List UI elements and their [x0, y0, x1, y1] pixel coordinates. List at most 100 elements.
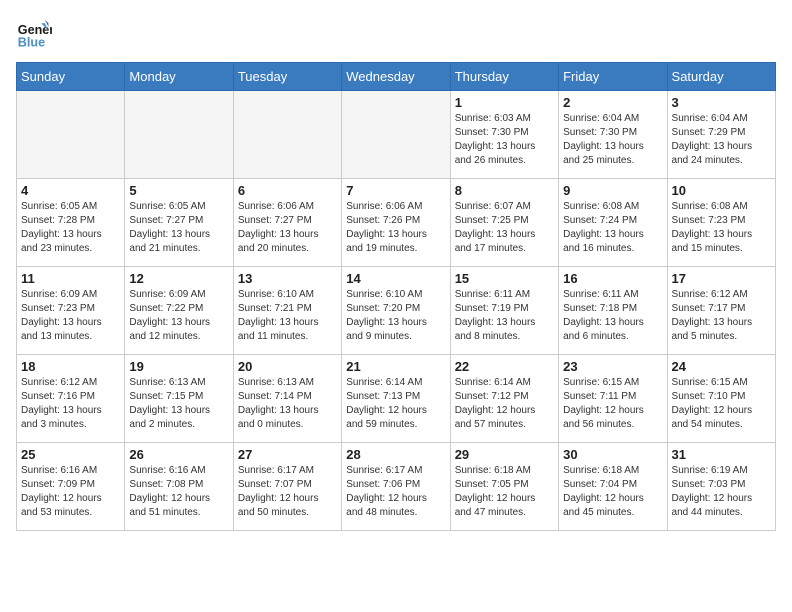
day-number: 17 — [672, 271, 771, 286]
day-number: 10 — [672, 183, 771, 198]
day-number: 2 — [563, 95, 662, 110]
day-info: Sunrise: 6:13 AM Sunset: 7:14 PM Dayligh… — [238, 376, 337, 432]
day-number: 16 — [563, 271, 662, 286]
day-number: 6 — [238, 183, 337, 198]
day-info: Sunrise: 6:08 AM Sunset: 7:24 PM Dayligh… — [563, 200, 662, 256]
day-info: Sunrise: 6:13 AM Sunset: 7:15 PM Dayligh… — [129, 376, 228, 432]
day-number: 23 — [563, 359, 662, 374]
calendar-cell — [233, 91, 341, 179]
calendar-cell: 14Sunrise: 6:10 AM Sunset: 7:20 PM Dayli… — [342, 267, 450, 355]
calendar-week-5: 25 Sunrise: 6:16 AM Sunset: 7:09 PM Dayli… — [17, 443, 776, 531]
day-number: 30 — [563, 447, 662, 462]
day-header-friday: Friday — [559, 63, 667, 91]
calendar-week-4: 18 Sunrise: 6:12 AM Sunset: 7:16 PM Dayli… — [17, 355, 776, 443]
day-info: Sunrise: 6:04 AM Sunset: 7:29 PM Dayligh… — [672, 112, 771, 168]
day-info: Sunrise: 6:10 AM Sunset: 7:21 PM Dayligh… — [238, 288, 337, 344]
calendar-cell: 17 Sunrise: 6:12 AM Sunset: 7:17 PM Dayli… — [667, 267, 775, 355]
calendar-cell: 20 Sunrise: 6:13 AM Sunset: 7:14 PM Dayli… — [233, 355, 341, 443]
day-info: Sunrise: 6:16 AM Sunset: 7:09 PM Dayligh… — [21, 464, 120, 520]
day-number: 14 — [346, 271, 445, 286]
logo: General Blue — [16, 16, 52, 52]
calendar-cell: 9 Sunrise: 6:08 AM Sunset: 7:24 PM Daylig… — [559, 179, 667, 267]
day-number: 25 — [21, 447, 120, 462]
calendar-cell — [342, 91, 450, 179]
svg-text:Blue: Blue — [18, 36, 45, 50]
calendar-cell: 25 Sunrise: 6:16 AM Sunset: 7:09 PM Dayli… — [17, 443, 125, 531]
day-info: Sunrise: 6:05 AM Sunset: 7:27 PM Dayligh… — [129, 200, 228, 256]
calendar-cell: 19 Sunrise: 6:13 AM Sunset: 7:15 PM Dayli… — [125, 355, 233, 443]
calendar-week-1: 1Sunrise: 6:03 AM Sunset: 7:30 PM Daylig… — [17, 91, 776, 179]
calendar-body: 1Sunrise: 6:03 AM Sunset: 7:30 PM Daylig… — [17, 91, 776, 531]
day-info: Sunrise: 6:12 AM Sunset: 7:16 PM Dayligh… — [21, 376, 120, 432]
day-number: 22 — [455, 359, 554, 374]
calendar-cell: 27 Sunrise: 6:17 AM Sunset: 7:07 PM Dayli… — [233, 443, 341, 531]
day-info: Sunrise: 6:12 AM Sunset: 7:17 PM Dayligh… — [672, 288, 771, 344]
day-number: 3 — [672, 95, 771, 110]
day-info: Sunrise: 6:11 AM Sunset: 7:19 PM Dayligh… — [455, 288, 554, 344]
calendar-cell: 22 Sunrise: 6:14 AM Sunset: 7:12 PM Dayli… — [450, 355, 558, 443]
day-number: 12 — [129, 271, 228, 286]
calendar-cell: 31 Sunrise: 6:19 AM Sunset: 7:03 PM Dayli… — [667, 443, 775, 531]
calendar-cell: 13 Sunrise: 6:10 AM Sunset: 7:21 PM Dayli… — [233, 267, 341, 355]
calendar-cell: 21 Sunrise: 6:14 AM Sunset: 7:13 PM Dayli… — [342, 355, 450, 443]
day-info: Sunrise: 6:15 AM Sunset: 7:10 PM Dayligh… — [672, 376, 771, 432]
day-info: Sunrise: 6:18 AM Sunset: 7:04 PM Dayligh… — [563, 464, 662, 520]
day-number: 21 — [346, 359, 445, 374]
calendar-cell: 5 Sunrise: 6:05 AM Sunset: 7:27 PM Daylig… — [125, 179, 233, 267]
calendar-cell: 28 Sunrise: 6:17 AM Sunset: 7:06 PM Dayli… — [342, 443, 450, 531]
day-number: 4 — [21, 183, 120, 198]
day-info: Sunrise: 6:17 AM Sunset: 7:06 PM Dayligh… — [346, 464, 445, 520]
day-info: Sunrise: 6:05 AM Sunset: 7:28 PM Dayligh… — [21, 200, 120, 256]
day-info: Sunrise: 6:06 AM Sunset: 7:27 PM Dayligh… — [238, 200, 337, 256]
day-number: 7 — [346, 183, 445, 198]
page-header: General Blue — [16, 16, 776, 52]
day-number: 13 — [238, 271, 337, 286]
day-number: 27 — [238, 447, 337, 462]
day-info: Sunrise: 6:19 AM Sunset: 7:03 PM Dayligh… — [672, 464, 771, 520]
day-number: 24 — [672, 359, 771, 374]
calendar-cell: 10 Sunrise: 6:08 AM Sunset: 7:23 PM Dayli… — [667, 179, 775, 267]
calendar-cell: 1Sunrise: 6:03 AM Sunset: 7:30 PM Daylig… — [450, 91, 558, 179]
day-info: Sunrise: 6:18 AM Sunset: 7:05 PM Dayligh… — [455, 464, 554, 520]
day-header-wednesday: Wednesday — [342, 63, 450, 91]
day-number: 15 — [455, 271, 554, 286]
day-info: Sunrise: 6:17 AM Sunset: 7:07 PM Dayligh… — [238, 464, 337, 520]
day-info: Sunrise: 6:11 AM Sunset: 7:18 PM Dayligh… — [563, 288, 662, 344]
calendar-cell: 6 Sunrise: 6:06 AM Sunset: 7:27 PM Daylig… — [233, 179, 341, 267]
day-info: Sunrise: 6:07 AM Sunset: 7:25 PM Dayligh… — [455, 200, 554, 256]
day-number: 18 — [21, 359, 120, 374]
calendar-cell: 8Sunrise: 6:07 AM Sunset: 7:25 PM Daylig… — [450, 179, 558, 267]
day-header-monday: Monday — [125, 63, 233, 91]
day-info: Sunrise: 6:03 AM Sunset: 7:30 PM Dayligh… — [455, 112, 554, 168]
calendar-week-3: 11Sunrise: 6:09 AM Sunset: 7:23 PM Dayli… — [17, 267, 776, 355]
calendar-cell: 23 Sunrise: 6:15 AM Sunset: 7:11 PM Dayli… — [559, 355, 667, 443]
calendar-header-row: SundayMondayTuesdayWednesdayThursdayFrid… — [17, 63, 776, 91]
day-number: 5 — [129, 183, 228, 198]
calendar-cell: 3 Sunrise: 6:04 AM Sunset: 7:29 PM Daylig… — [667, 91, 775, 179]
calendar-week-2: 4 Sunrise: 6:05 AM Sunset: 7:28 PM Daylig… — [17, 179, 776, 267]
calendar-cell: 2 Sunrise: 6:04 AM Sunset: 7:30 PM Daylig… — [559, 91, 667, 179]
day-info: Sunrise: 6:08 AM Sunset: 7:23 PM Dayligh… — [672, 200, 771, 256]
day-number: 31 — [672, 447, 771, 462]
day-header-sunday: Sunday — [17, 63, 125, 91]
day-header-saturday: Saturday — [667, 63, 775, 91]
logo-icon: General Blue — [16, 16, 52, 52]
day-number: 20 — [238, 359, 337, 374]
calendar-cell — [17, 91, 125, 179]
day-info: Sunrise: 6:14 AM Sunset: 7:13 PM Dayligh… — [346, 376, 445, 432]
calendar-cell — [125, 91, 233, 179]
day-number: 19 — [129, 359, 228, 374]
calendar-cell: 15 Sunrise: 6:11 AM Sunset: 7:19 PM Dayli… — [450, 267, 558, 355]
calendar-cell: 24 Sunrise: 6:15 AM Sunset: 7:10 PM Dayli… — [667, 355, 775, 443]
day-info: Sunrise: 6:14 AM Sunset: 7:12 PM Dayligh… — [455, 376, 554, 432]
day-number: 11 — [21, 271, 120, 286]
calendar-table: SundayMondayTuesdayWednesdayThursdayFrid… — [16, 62, 776, 531]
calendar-cell: 26Sunrise: 6:16 AM Sunset: 7:08 PM Dayli… — [125, 443, 233, 531]
day-number: 9 — [563, 183, 662, 198]
day-header-tuesday: Tuesday — [233, 63, 341, 91]
day-info: Sunrise: 6:15 AM Sunset: 7:11 PM Dayligh… — [563, 376, 662, 432]
day-number: 26 — [129, 447, 228, 462]
day-info: Sunrise: 6:09 AM Sunset: 7:22 PM Dayligh… — [129, 288, 228, 344]
day-info: Sunrise: 6:04 AM Sunset: 7:30 PM Dayligh… — [563, 112, 662, 168]
day-number: 28 — [346, 447, 445, 462]
